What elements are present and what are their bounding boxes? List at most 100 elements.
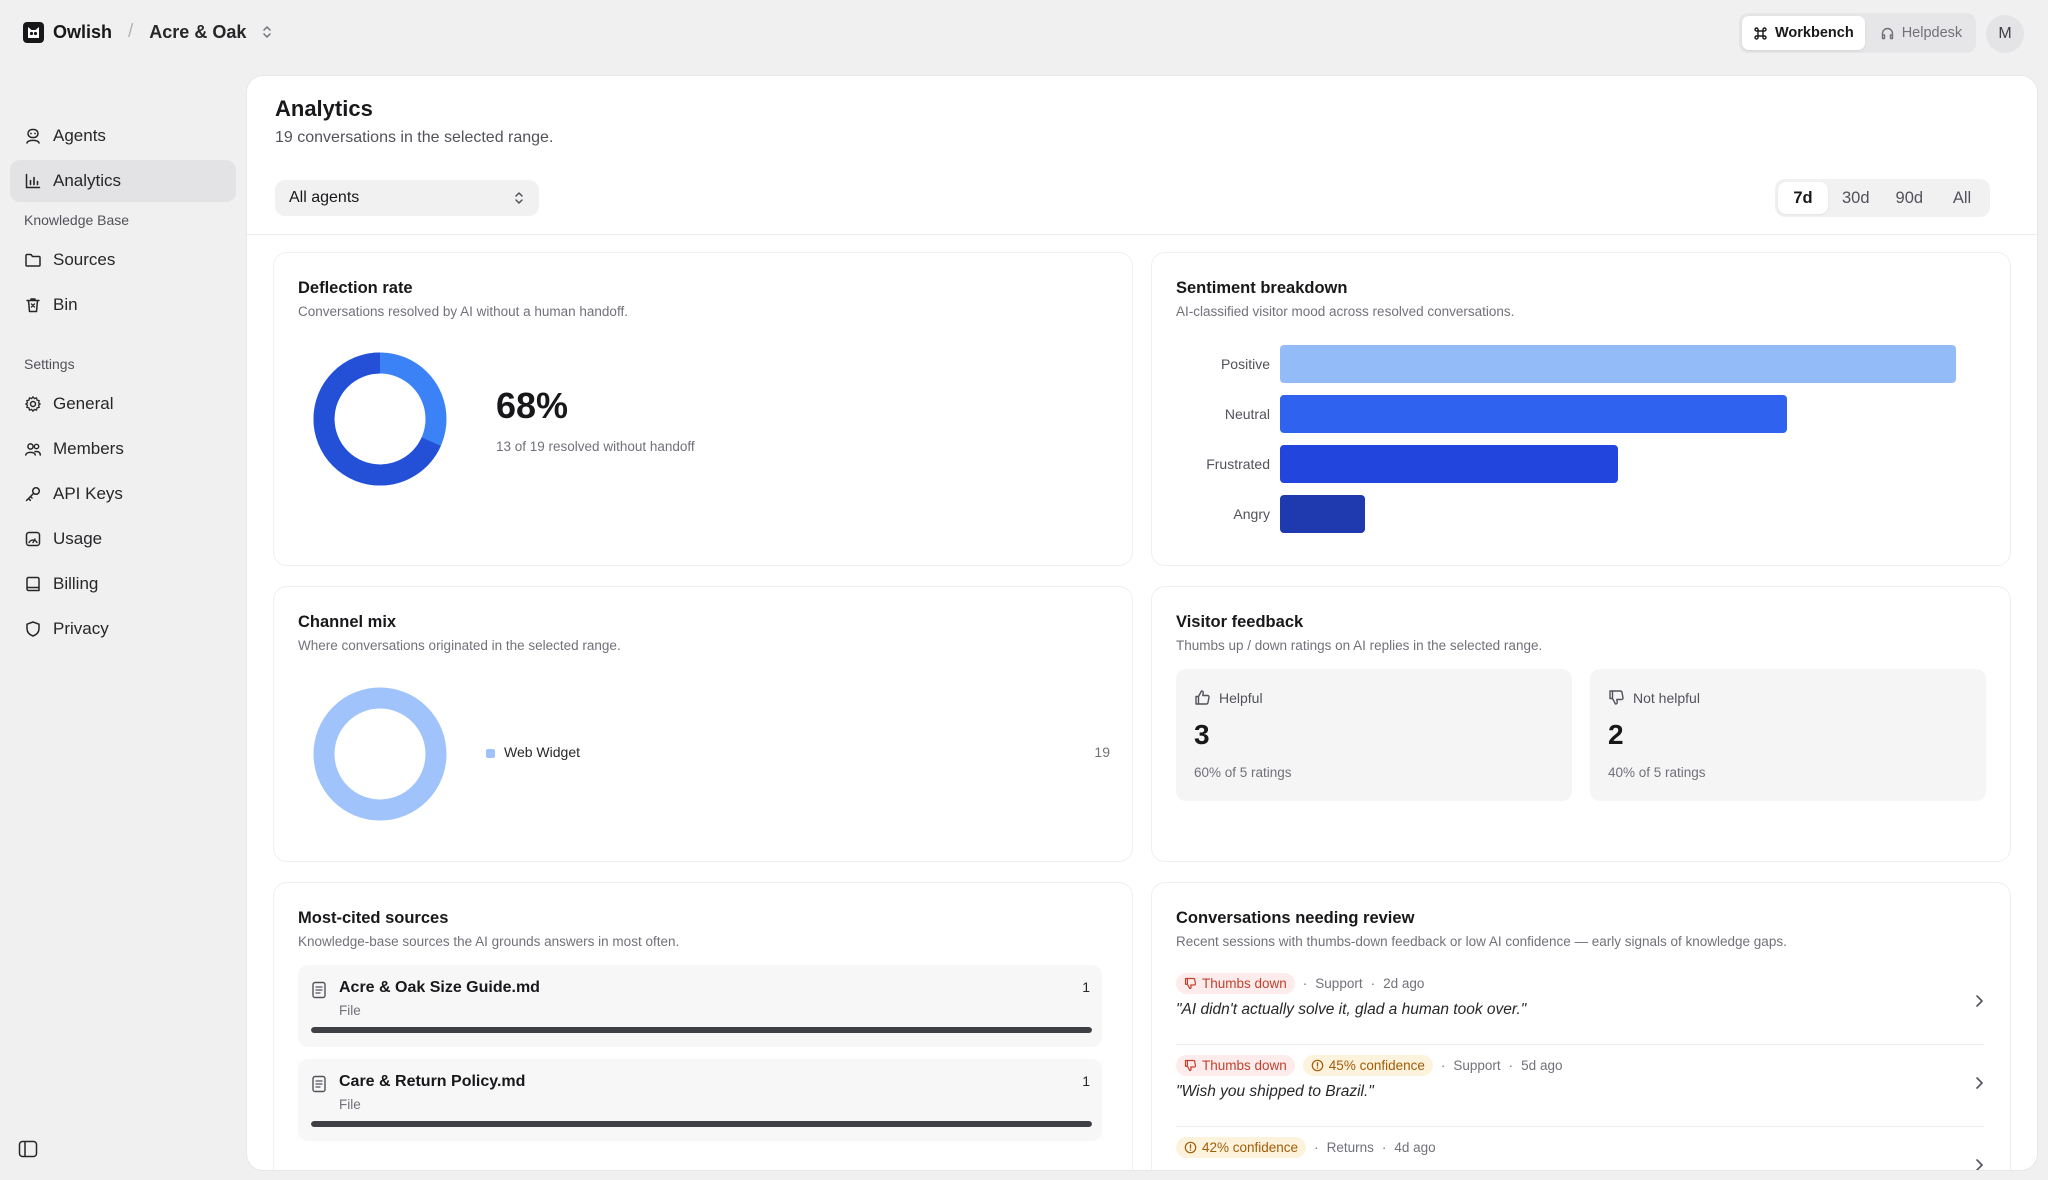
mode-workbench-button[interactable]: Workbench bbox=[1742, 16, 1865, 50]
deflection-note: 13 of 19 resolved without handoff bbox=[496, 439, 695, 454]
source-row[interactable]: Acre & Oak Size Guide.md File 1 bbox=[298, 965, 1102, 1047]
sidebar-item-label: Analytics bbox=[53, 171, 122, 190]
confidence-badge: 45% confidence bbox=[1302, 1055, 1433, 1076]
sidebar-item-label: Sources bbox=[53, 250, 116, 269]
sidebar-item-bin[interactable]: Bin bbox=[10, 284, 236, 326]
meta-dot: · bbox=[1381, 1140, 1387, 1155]
badge-label: Thumbs down bbox=[1202, 1058, 1287, 1073]
sources-title: Most-cited sources bbox=[298, 909, 449, 927]
review-category: Support bbox=[1453, 1058, 1501, 1073]
sentiment-label-angry: Angry bbox=[1233, 506, 1270, 522]
key-icon bbox=[24, 485, 42, 503]
source-count: 1 bbox=[1082, 979, 1090, 995]
sentiment-bar-angry bbox=[1280, 495, 1365, 533]
bin-icon bbox=[24, 296, 42, 314]
review-quote: "AI didn't actually solve it, glad a hum… bbox=[1176, 1001, 1527, 1018]
sidebar-item-general[interactable]: General bbox=[10, 383, 236, 425]
sidebar-toggle-icon[interactable] bbox=[18, 1140, 38, 1158]
sidebar-item-api-keys[interactable]: API Keys bbox=[10, 473, 236, 515]
channel-slice-web-widget bbox=[313, 687, 447, 821]
source-row[interactable]: Care & Return Policy.md File 1 bbox=[298, 1059, 1102, 1141]
helpful-box: Helpful 3 60% of 5 ratings bbox=[1176, 669, 1572, 801]
sidebar-section-settings: Settings bbox=[24, 356, 75, 372]
review-quote: "Wish you shipped to Brazil." bbox=[1176, 1083, 1374, 1100]
sidebar-item-label: Bin bbox=[53, 295, 78, 314]
mode-switch: Workbench Helpdesk bbox=[1739, 13, 1977, 53]
sidebar-item-sources[interactable]: Sources bbox=[10, 239, 236, 281]
chevron-right-icon[interactable] bbox=[1974, 1075, 1984, 1091]
alert-circle-icon bbox=[1184, 1141, 1197, 1154]
folder-icon bbox=[24, 251, 42, 269]
not-helpful-label: Not helpful bbox=[1633, 689, 1700, 706]
sentiment-title: Sentiment breakdown bbox=[1176, 279, 1348, 297]
sidebar: Agents Analytics Knowledge Base Sources … bbox=[0, 66, 246, 1180]
sentiment-card: Sentiment breakdown AI-classified visito… bbox=[1151, 252, 2011, 566]
confidence-badge: 42% confidence bbox=[1176, 1137, 1307, 1158]
source-share-bar bbox=[311, 1121, 1092, 1127]
review-time: 2d ago bbox=[1383, 976, 1425, 991]
review-title: Conversations needing review bbox=[1176, 909, 1415, 927]
deflection-value: 68% bbox=[496, 385, 569, 426]
deflection-card: Deflection rate Conversations resolved b… bbox=[273, 252, 1133, 566]
sidebar-item-privacy[interactable]: Privacy bbox=[10, 608, 236, 650]
sentiment-bar-neutral bbox=[1280, 395, 1787, 433]
sidebar-item-label: Usage bbox=[53, 529, 103, 548]
header-divider bbox=[247, 234, 2037, 235]
billing-icon bbox=[24, 575, 42, 593]
range-tab-all[interactable]: All bbox=[1937, 182, 1987, 214]
channel-title: Channel mix bbox=[298, 613, 397, 631]
avatar[interactable]: M bbox=[1986, 15, 2024, 53]
gear-icon bbox=[24, 395, 42, 413]
usage-icon bbox=[24, 530, 42, 548]
mode-workbench-label: Workbench bbox=[1775, 25, 1854, 41]
headset-icon bbox=[1880, 26, 1895, 41]
chevron-right-icon[interactable] bbox=[1974, 1157, 1984, 1170]
sidebar-item-agents[interactable]: Agents bbox=[10, 115, 236, 157]
brand-name[interactable]: Owlish bbox=[53, 22, 112, 43]
deflection-donut bbox=[313, 352, 447, 486]
review-row[interactable]: 42% confidence · Returns · 4d ago bbox=[1176, 1127, 1984, 1170]
channel-legend-count: 19 bbox=[1094, 744, 1110, 760]
review-row[interactable]: Thumbs down · Support · 2d ago "AI didn'… bbox=[1176, 963, 1984, 1045]
file-icon bbox=[311, 1075, 327, 1093]
feedback-subtitle: Thumbs up / down ratings on AI replies i… bbox=[1176, 638, 1543, 653]
agent-filter-value: All agents bbox=[289, 189, 360, 206]
mode-helpdesk-button[interactable]: Helpdesk bbox=[1869, 16, 1973, 50]
agent-filter-select[interactable]: All agents bbox=[275, 180, 539, 216]
channel-card: Channel mix Where conversations originat… bbox=[273, 586, 1133, 862]
sidebar-item-billing[interactable]: Billing bbox=[10, 563, 236, 605]
review-category: Support bbox=[1315, 976, 1363, 991]
members-icon bbox=[24, 440, 42, 458]
deflection-title: Deflection rate bbox=[298, 279, 413, 297]
source-share-bar bbox=[311, 1027, 1092, 1033]
alert-circle-icon bbox=[1311, 1059, 1324, 1072]
range-tab-90d[interactable]: 90d bbox=[1884, 182, 1936, 214]
source-share-track bbox=[311, 1027, 1092, 1033]
channel-legend-label: Web Widget bbox=[504, 744, 580, 760]
agents-icon bbox=[24, 127, 42, 145]
sentiment-bar-positive bbox=[1280, 345, 1956, 383]
source-name: Care & Return Policy.md bbox=[339, 1073, 526, 1090]
sidebar-item-analytics[interactable]: Analytics bbox=[10, 160, 236, 202]
not-helpful-header: Not helpful bbox=[1608, 689, 1700, 706]
range-tab-30d[interactable]: 30d bbox=[1830, 182, 1882, 214]
channel-legend-dot bbox=[486, 749, 495, 758]
review-row[interactable]: Thumbs down 45% confidence · Support · 5… bbox=[1176, 1045, 1984, 1127]
mode-helpdesk-label: Helpdesk bbox=[1901, 25, 1963, 41]
sentiment-label-frustrated: Frustrated bbox=[1206, 456, 1270, 472]
chevron-right-icon[interactable] bbox=[1974, 993, 1984, 1009]
sidebar-item-usage[interactable]: Usage bbox=[10, 518, 236, 560]
workspace-switch-icon[interactable] bbox=[261, 25, 273, 39]
review-meta: 42% confidence · Returns · 4d ago bbox=[1176, 1137, 1436, 1158]
helpful-label: Helpful bbox=[1219, 689, 1263, 706]
page-subtitle: 19 conversations in the selected range. bbox=[275, 129, 554, 146]
review-time: 4d ago bbox=[1394, 1140, 1436, 1155]
sidebar-item-members[interactable]: Members bbox=[10, 428, 236, 470]
deflection-subtitle: Conversations resolved by AI without a h… bbox=[298, 304, 628, 319]
workspace-name[interactable]: Acre & Oak bbox=[149, 22, 246, 43]
thumbs-down-badge: Thumbs down bbox=[1176, 1055, 1295, 1076]
owl-logo-icon[interactable] bbox=[23, 21, 44, 43]
range-tab-7d[interactable]: 7d bbox=[1778, 182, 1828, 214]
sources-subtitle: Knowledge-base sources the AI grounds an… bbox=[298, 934, 680, 949]
review-category: Returns bbox=[1326, 1140, 1374, 1155]
